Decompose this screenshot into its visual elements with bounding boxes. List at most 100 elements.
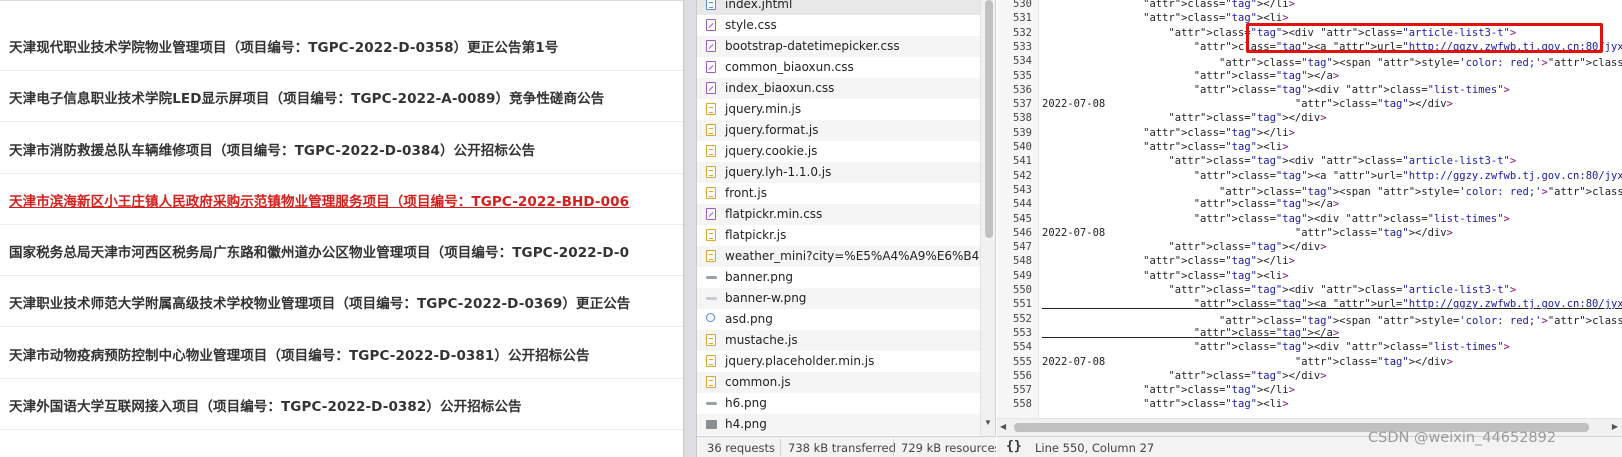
- scroll-down-arrow-icon[interactable]: ▼: [984, 418, 992, 427]
- script-icon: [706, 376, 716, 388]
- request-name: flatpickr.min.css: [725, 207, 823, 221]
- code-line: "attr">class="tag"><div "attr">class="li…: [1193, 83, 1510, 96]
- request-row[interactable]: flatpickr.min.css: [697, 204, 980, 225]
- request-name: banner-w.png: [725, 291, 807, 305]
- request-row[interactable]: jquery.placeholder.min.js: [697, 351, 980, 372]
- camera-icon: [706, 420, 717, 429]
- request-name: h4.png: [725, 417, 767, 431]
- request-row[interactable]: flatpickr.js: [697, 225, 980, 246]
- code-line: "attr">class="tag"></li>: [1143, 126, 1295, 139]
- request-row[interactable]: mustache.js: [697, 330, 980, 351]
- scroll-right-arrow-icon[interactable]: ▶: [1612, 422, 1618, 431]
- request-name: index.jhtml: [725, 0, 793, 11]
- stylesheet-icon: [706, 208, 716, 220]
- announcement-link[interactable]: 天津市消防救援总队车辆维修项目（项目编号：TGPC-2022-D-0384）公开…: [9, 139, 535, 159]
- document-icon: [706, 0, 716, 10]
- scrollbar-thumb[interactable]: [985, 0, 993, 238]
- announcement-link[interactable]: 天津职业技术师范大学附属高级技术学校物业管理项目（项目编号：TGPC-2022-…: [9, 292, 630, 312]
- line-number: 549: [1013, 269, 1032, 282]
- code-line: "attr">class="tag"></div>: [1168, 369, 1327, 382]
- request-row[interactable]: common.js: [697, 372, 980, 393]
- request-name: flatpickr.js: [725, 228, 787, 242]
- line-number: 546: [1013, 226, 1032, 239]
- announcement-link[interactable]: 国家税务总局天津市河西区税务局广东路和徽州道办公区物业管理项目（项目编号：TGP…: [9, 241, 629, 261]
- request-name: common.js: [725, 375, 791, 389]
- announcement-row: 国家税务总局天津市河西区税务局广东路和徽州道办公区物业管理项目（项目编号：TGP…: [0, 223, 683, 276]
- line-number: 541: [1013, 155, 1032, 168]
- code-line: 2022-07-08 "attr">class="tag"></div>: [1042, 355, 1453, 368]
- line-number: 531: [1013, 12, 1032, 25]
- announcement-link[interactable]: 天津外国语大学互联网接入项目（项目编号：TGPC-2022-D-0382）公开招…: [9, 395, 522, 415]
- request-name: jquery.cookie.js: [725, 144, 818, 158]
- code-line: "attr">class="tag"><div "attr">class="ar…: [1168, 26, 1517, 39]
- code-line: "attr">class="tag"><div "attr">class="ar…: [1168, 155, 1517, 168]
- line-number: 537: [1013, 98, 1032, 111]
- script-icon: [706, 187, 716, 199]
- request-row[interactable]: asd.png: [697, 309, 980, 330]
- stylesheet-icon: [706, 61, 716, 73]
- code-line: "attr">class="tag"><div "attr">class="ar…: [1168, 284, 1517, 296]
- line-number: 532: [1013, 26, 1032, 39]
- request-row[interactable]: weather_mini?city=%E5%A4%A9%E6%B4%A5&: [697, 246, 980, 267]
- code-line: 2022-07-08 "attr">class="tag"></div>: [1042, 226, 1453, 239]
- request-row[interactable]: h6.png: [697, 393, 980, 414]
- request-row[interactable]: bootstrap-datetimepicker.css: [697, 36, 980, 57]
- announcement-link[interactable]: 天津市动物疫病预防控制中心物业管理项目（项目编号：TGPC-2022-D-038…: [9, 344, 590, 364]
- divider: [893, 439, 894, 456]
- watermark: CSDN @weixin_44652892: [1368, 430, 1557, 446]
- request-row[interactable]: common_biaoxun.css: [697, 57, 980, 78]
- code-line: "attr">class="tag"><a "attr">url="http:/…: [1193, 169, 1622, 182]
- request-name: asd.png: [725, 312, 773, 326]
- request-row[interactable]: jquery.lyh-1.1.0.js: [697, 162, 980, 183]
- stylesheet-icon: [706, 82, 716, 94]
- announcement-link[interactable]: 天津市滨海新区小王庄镇人民政府采购示范镇物业管理服务项目（项目编号：TGPC-2…: [9, 190, 629, 210]
- request-row[interactable]: style.css: [697, 15, 980, 36]
- request-name: jquery.format.js: [725, 123, 819, 137]
- line-number-gutter: 530 531 532 533 534 535 536 537 538 539 540 541 542 5…: [997, 0, 1039, 418]
- request-count: 36 requests: [707, 441, 775, 455]
- code-line: "attr">class="tag"></div>: [1168, 112, 1327, 125]
- request-name: style.css: [725, 18, 777, 32]
- request-row[interactable]: banner.png: [697, 267, 980, 288]
- request-row[interactable]: jquery.cookie.js: [697, 141, 980, 162]
- announcement-link[interactable]: 天津电子信息职业技术学院LED显示屏项目（项目编号：TGPC-2022-A-00…: [9, 87, 604, 107]
- request-name: bootstrap-datetimepicker.css: [725, 39, 900, 53]
- script-icon: [706, 334, 716, 346]
- code-line: "attr">class="tag"><span "attr">style='c…: [1219, 57, 1622, 70]
- announcement-row: 天津市滨海新区小王庄镇人民政府采购示范镇物业管理服务项目（项目编号：TGPC-2…: [0, 172, 683, 225]
- announcement-row: 天津外国语大学互联网接入项目（项目编号：TGPC-2022-D-0382）公开招…: [0, 377, 683, 430]
- announcement-row: 天津市消防救援总队车辆维修项目（项目编号：TGPC-2022-D-0384）公开…: [0, 121, 683, 174]
- announcement-row: 天津电子信息职业技术学院LED显示屏项目（项目编号：TGPC-2022-A-00…: [0, 69, 683, 122]
- request-row[interactable]: front.js: [697, 183, 980, 204]
- pane-divider[interactable]: [683, 0, 697, 457]
- stylesheet-icon: [706, 40, 716, 52]
- line-number: 547: [1013, 241, 1032, 254]
- request-row[interactable]: h4.png: [697, 414, 980, 435]
- network-request-list: index.jhtml style.css bootstrap-datetimepi…: [697, 0, 996, 436]
- announcement-link[interactable]: 天津现代职业技术学院物业管理项目（项目编号：TGPC-2022-D-0358）更…: [9, 36, 558, 56]
- code-line: "attr">class="tag"></li>: [1143, 255, 1295, 268]
- code-line: "attr">class="tag"></a>: [1193, 198, 1340, 211]
- source-viewer[interactable]: 530 531 532 533 534 535 536 537 538 539 540 541 542 5…: [997, 0, 1622, 418]
- line-number: 536: [1013, 83, 1032, 96]
- request-row[interactable]: banner-w.png: [697, 288, 980, 309]
- code-line: "attr">class="tag"><div "attr">class="li…: [1193, 212, 1510, 225]
- pretty-print-icon[interactable]: {}: [1006, 439, 1022, 454]
- code-line: "attr">class="tag"></div>: [1168, 241, 1327, 254]
- line-number: 550: [1013, 284, 1032, 296]
- scroll-left-arrow-icon[interactable]: ◀: [1000, 422, 1006, 431]
- line-number: 557: [1013, 384, 1032, 397]
- request-row[interactable]: jquery.format.js: [697, 120, 980, 141]
- code-line: "attr">class="tag"></li>: [1143, 0, 1295, 10]
- line-number: 539: [1013, 126, 1032, 139]
- request-row[interactable]: index.jhtml: [697, 0, 980, 15]
- request-row[interactable]: index_biaoxun.css: [697, 78, 980, 99]
- request-name: jquery.min.js: [725, 102, 802, 116]
- request-name: common_biaoxun.css: [725, 60, 854, 74]
- script-icon: [706, 166, 716, 178]
- request-row[interactable]: jquery.min.js: [697, 99, 980, 120]
- line-number: 545: [1013, 212, 1032, 225]
- network-vertical-scrollbar[interactable]: ▼: [980, 0, 995, 436]
- divider: [780, 439, 781, 456]
- code-line: "attr">class="tag"></a>: [1193, 326, 1340, 339]
